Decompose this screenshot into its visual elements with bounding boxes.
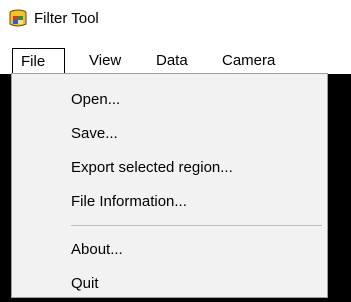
menu-view[interactable]: View — [89, 48, 121, 74]
menu-item-save[interactable]: Save... — [12, 117, 327, 151]
menu-file[interactable]: File — [12, 48, 65, 74]
menu-item-label: File Information... — [71, 193, 187, 210]
window-title: Filter Tool — [34, 10, 99, 27]
menu-data[interactable]: Data — [156, 48, 188, 74]
menu-separator — [71, 225, 322, 226]
menu-item-open[interactable]: Open... — [12, 83, 327, 117]
menu-item-label: About... — [71, 241, 123, 258]
menu-item-quit[interactable]: Quit — [12, 267, 327, 301]
menu-item-label: Save... — [71, 125, 118, 142]
file-menu-dropdown: Open... Save... Export selected region..… — [11, 73, 328, 298]
menu-bar: File View Data Camera — [0, 40, 351, 74]
menu-item-label: Export selected region... — [71, 159, 233, 176]
menu-item-file-information[interactable]: File Information... — [12, 185, 327, 219]
app-icon — [9, 9, 27, 27]
title-bar: Filter Tool — [0, 0, 351, 40]
menu-item-about[interactable]: About... — [12, 233, 327, 267]
menu-camera[interactable]: Camera — [222, 48, 275, 74]
menu-item-label: Quit — [71, 275, 99, 292]
menu-item-export-selected-region[interactable]: Export selected region... — [12, 151, 327, 185]
menu-item-label: Open... — [71, 91, 121, 108]
